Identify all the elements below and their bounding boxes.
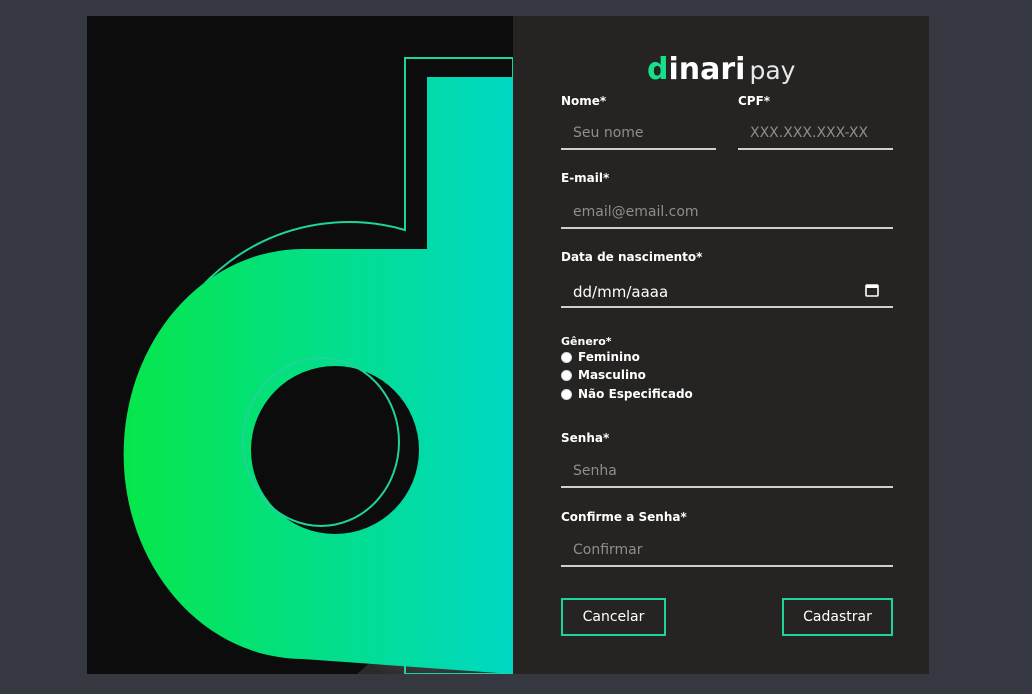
brand-artwork xyxy=(87,16,513,674)
cpf-field xyxy=(738,118,893,150)
confirm-password-field xyxy=(561,535,893,567)
birthdate-field[interactable]: dd/mm/aaaa xyxy=(561,276,893,308)
brand-sub: pay xyxy=(749,56,796,85)
gender-option-label: Masculino xyxy=(578,368,646,382)
radio-button[interactable] xyxy=(561,388,572,400)
calendar-icon[interactable] xyxy=(865,283,879,297)
dinari-pay-logo: dinari pay xyxy=(647,52,795,92)
dinari-d-logo-graphic xyxy=(123,57,513,674)
brand-letter-d: d xyxy=(647,52,669,87)
email-input[interactable] xyxy=(561,197,893,227)
cpf-label: CPF* xyxy=(738,94,771,108)
cancel-button[interactable]: Cancelar xyxy=(561,598,666,636)
gender-option-masculino[interactable]: Masculino xyxy=(561,367,646,383)
gender-label: Gênero* xyxy=(561,335,612,348)
brand-word-rest: inari xyxy=(668,52,746,87)
password-field xyxy=(561,456,893,488)
radio-button[interactable] xyxy=(561,351,572,363)
nome-field xyxy=(561,118,716,150)
gender-option-label: Não Especificado xyxy=(578,387,693,401)
nome-label: Nome* xyxy=(561,94,607,108)
brand-wordmark: dinari xyxy=(647,52,745,87)
signup-panel: dinaripay Nome* CPF* E-mail* Data de nas… xyxy=(513,16,929,674)
radio-button[interactable] xyxy=(561,369,572,381)
password-label: Senha* xyxy=(561,431,610,445)
submit-button[interactable]: Cadastrar xyxy=(782,598,893,636)
birthdate-label: Data de nascimento* xyxy=(561,250,703,264)
password-input[interactable] xyxy=(561,456,893,486)
birthdate-value: dd/mm/aaaa xyxy=(573,283,669,301)
nome-input[interactable] xyxy=(561,118,716,148)
d-shape xyxy=(123,77,513,674)
d-hole-outline xyxy=(242,357,400,527)
signup-card: dinaripay Nome* CPF* E-mail* Data de nas… xyxy=(87,16,929,674)
gender-option-feminino[interactable]: Feminino xyxy=(561,349,640,365)
confirm-password-label: Confirme a Senha* xyxy=(561,510,687,524)
cpf-input[interactable] xyxy=(738,118,893,148)
gender-option-nao-especificado[interactable]: Não Especificado xyxy=(561,386,693,402)
gender-option-label: Feminino xyxy=(578,350,640,364)
email-label: E-mail* xyxy=(561,171,610,185)
confirm-password-input[interactable] xyxy=(561,535,893,565)
email-field xyxy=(561,197,893,229)
